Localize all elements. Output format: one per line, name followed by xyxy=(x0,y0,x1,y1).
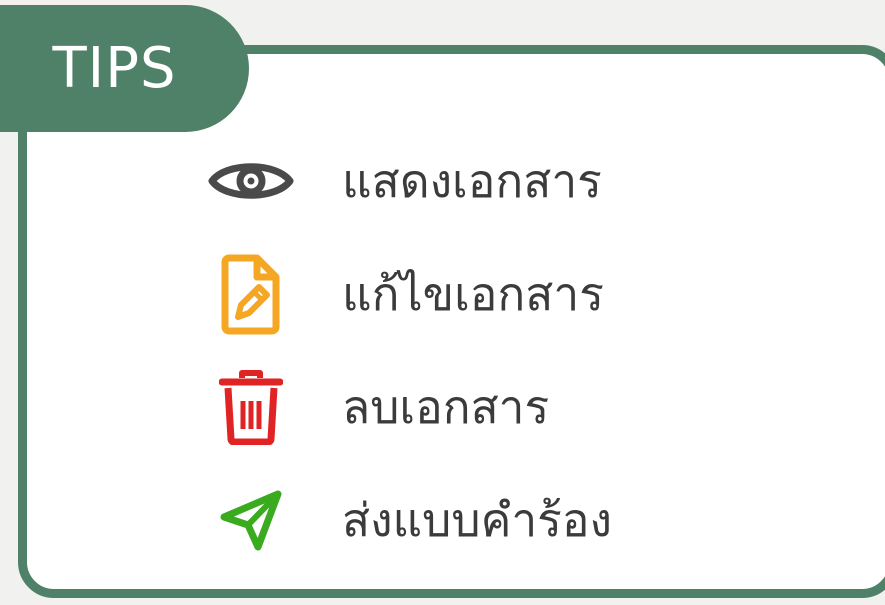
tip-item-view-document: แสดงเอกสาร xyxy=(200,131,602,231)
send-icon xyxy=(200,470,310,570)
trash-icon xyxy=(200,357,310,457)
tip-label-edit-document: แก้ไขเอกสาร xyxy=(342,267,604,321)
tip-label-view-document: แสดงเอกสาร xyxy=(342,154,602,208)
tips-header-tab: TIPS xyxy=(0,5,249,132)
tip-label-delete-document: ลบเอกสาร xyxy=(342,380,550,434)
tip-item-delete-document: ลบเอกสาร xyxy=(200,357,549,457)
tip-label-send-form: ส่งแบบคำร้อง xyxy=(342,493,612,547)
eye-icon xyxy=(200,131,310,231)
tip-item-send-form: ส่งแบบคำร้อง xyxy=(200,470,612,570)
document-edit-icon xyxy=(200,244,310,344)
tip-item-edit-document: แก้ไขเอกสาร xyxy=(200,244,604,344)
tips-title: TIPS xyxy=(52,35,177,101)
